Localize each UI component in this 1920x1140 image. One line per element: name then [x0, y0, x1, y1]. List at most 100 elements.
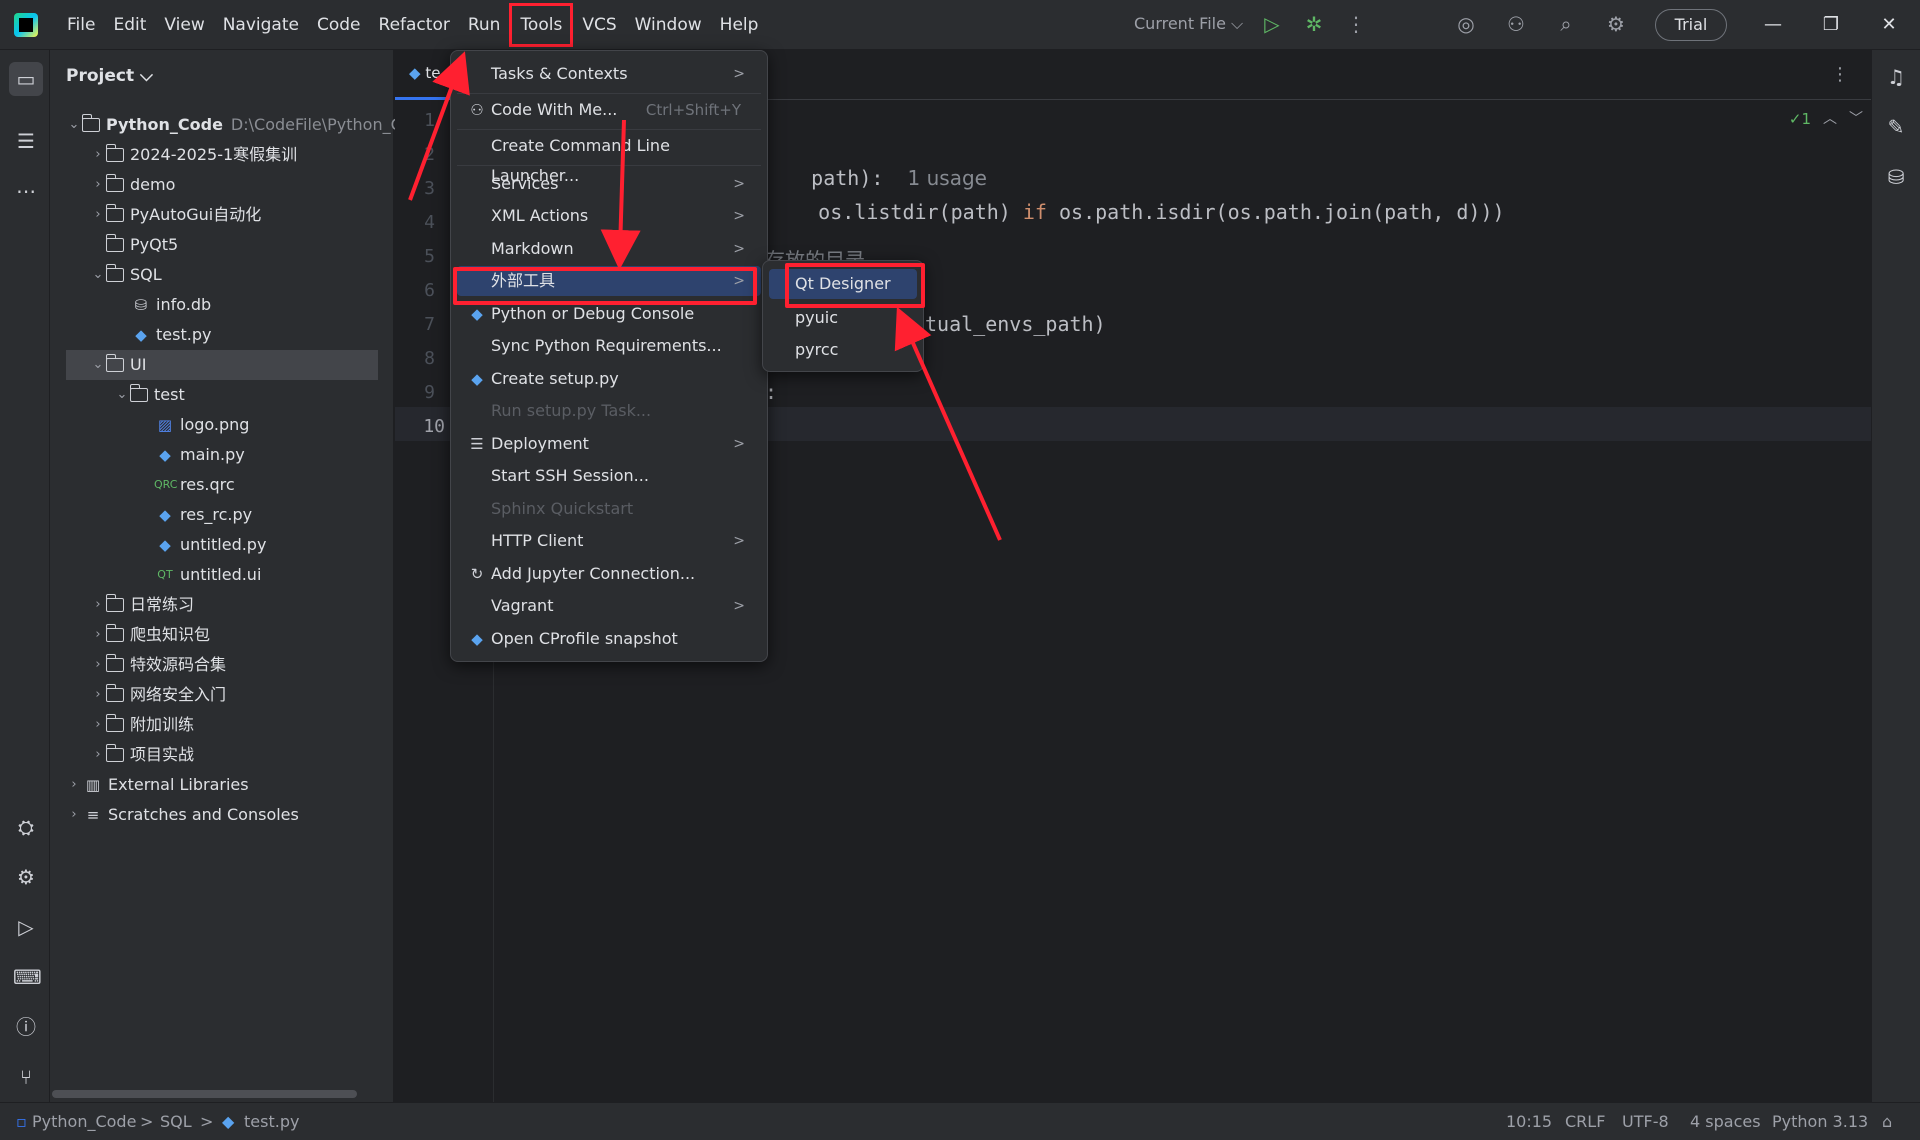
menu-code[interactable]: Code [308, 0, 370, 50]
database-icon[interactable]: ⛁ [1883, 164, 1909, 190]
tree-folder[interactable]: PyQt5 [90, 230, 178, 260]
python-packages-icon[interactable]: ⛭ [13, 814, 39, 840]
terminal-icon[interactable]: ⌨ [13, 964, 42, 990]
version-control-icon[interactable]: ⑂ [13, 1064, 39, 1090]
menu-navigate[interactable]: Navigate [214, 0, 308, 50]
editor-tab[interactable]: ◆ te [395, 50, 455, 100]
tree-folder[interactable]: › 项目实战 [90, 740, 194, 770]
tree-scratches[interactable]: › ≡ Scratches and Consoles [66, 800, 298, 830]
chevron-right-icon[interactable]: › [90, 650, 106, 680]
tree-external-libraries[interactable]: › ▥ External Libraries [66, 770, 248, 800]
tree-folder[interactable]: › 特效源码合集 [90, 650, 226, 680]
tree-folder[interactable]: › 附加训练 [90, 710, 194, 740]
run-icon[interactable]: ▷ [1260, 12, 1284, 36]
tree-folder[interactable]: › 2024-2025-1寒假集训 [90, 140, 297, 170]
structure-icon[interactable]: ☰ [13, 128, 39, 154]
tree-file[interactable]: QRC res.qrc [154, 470, 235, 500]
menu-item-sync-python-requirements[interactable]: Sync Python Requirements... [457, 331, 761, 361]
pycharm-logo-icon[interactable] [14, 12, 38, 37]
submenu-item-pyrcc[interactable]: pyrcc [769, 335, 917, 365]
tree-file[interactable]: ◆ main.py [154, 440, 244, 470]
tree-folder[interactable]: › 爬虫知识包 [90, 620, 210, 650]
indent-setting[interactable]: 4 spaces [1690, 1112, 1761, 1131]
tree-folder[interactable]: › PyAutoGui自动化 [90, 200, 261, 230]
breadcrumb-root[interactable]: Python_Code [32, 1112, 136, 1131]
debug-icon[interactable]: ✲ [1302, 12, 1326, 36]
breadcrumb-folder[interactable]: SQL [160, 1112, 192, 1131]
tree-file[interactable]: ◆ test.py [130, 320, 211, 350]
chevron-right-icon[interactable]: › [90, 680, 106, 710]
menu-item-vagrant[interactable]: Vagrant > [457, 591, 761, 621]
ai-chat-icon[interactable]: ✎ [1883, 114, 1909, 140]
chevron-up-icon[interactable]: ︿ [1823, 108, 1837, 128]
chevron-right-icon[interactable]: › [90, 710, 106, 740]
inspection-widget[interactable]: ✓1 [1789, 110, 1811, 128]
chevron-down-icon[interactable]: ⌄ [90, 350, 106, 380]
line-ending[interactable]: CRLF [1565, 1112, 1605, 1131]
breadcrumb-file[interactable]: test.py [244, 1112, 299, 1131]
menu-item-open-cprofile-snapshot[interactable]: ◆ Open CProfile snapshot [457, 624, 761, 654]
chevron-down-icon[interactable]: ⌄ [114, 380, 130, 410]
tree-folder[interactable]: › 网络安全入门 [90, 680, 226, 710]
file-encoding[interactable]: UTF-8 [1622, 1112, 1669, 1131]
python-console-icon[interactable]: ⚙ [13, 864, 39, 890]
tree-folder-selected[interactable]: ⌄ UI [66, 350, 378, 380]
project-panel-title[interactable]: Project ⌵ [66, 66, 153, 86]
settings-gear-icon[interactable]: ⚙ [1604, 12, 1628, 36]
menu-item-create-setup-py[interactable]: ◆ Create setup.py [457, 364, 761, 394]
project-folder-icon[interactable]: ▭ [9, 62, 43, 96]
code-with-me-icon[interactable]: ⚇ [1504, 12, 1528, 36]
chevron-right-icon[interactable]: › [90, 170, 106, 200]
menu-refactor[interactable]: Refactor [370, 0, 459, 50]
code-line-3[interactable]: os.listdir(path) if os.path.isdir(os.pat… [770, 176, 1504, 248]
menu-view[interactable]: View [155, 0, 213, 50]
chevron-right-icon[interactable]: › [90, 620, 106, 650]
chevron-down-icon[interactable]: ⌄ [90, 260, 106, 290]
ai-assistant-icon[interactable]: ◎ [1454, 12, 1478, 36]
tree-file[interactable]: ◆ res_rc.py [154, 500, 252, 530]
code-line-7[interactable]: tual_envs_path) [925, 312, 1106, 336]
menu-run[interactable]: Run [459, 0, 510, 50]
caret-position[interactable]: 10:15 [1506, 1112, 1552, 1131]
more-tools-icon[interactable]: ⋯ [13, 178, 39, 204]
tree-file[interactable]: ⛁ info.db [130, 290, 211, 320]
run-configuration-selector[interactable]: Current File ⌵ [1134, 14, 1243, 34]
menu-item-http-client[interactable]: HTTP Client > [457, 526, 761, 556]
close-icon[interactable]: ✕ [1874, 10, 1904, 40]
search-icon[interactable]: ⌕ [1554, 12, 1578, 36]
services-icon[interactable]: ▷ [13, 914, 39, 940]
menu-vcs[interactable]: VCS [573, 0, 625, 50]
tree-folder[interactable]: ⌄ test [114, 380, 185, 410]
chevron-right-icon[interactable]: › [90, 740, 106, 770]
menu-item-start-ssh-session[interactable]: Start SSH Session... [457, 461, 761, 491]
menu-item-tasks-contexts[interactable]: Tasks & Contexts > [457, 59, 761, 89]
tree-folder[interactable]: › 日常练习 [90, 590, 194, 620]
menu-item-deployment[interactable]: ☰ Deployment > [457, 429, 761, 459]
tree-root-python-code[interactable]: ⌄ Python_Code D:\CodeFile\Python_Co [66, 110, 412, 140]
restore-icon[interactable]: ❐ [1816, 10, 1846, 40]
menu-item-services[interactable]: Services > [457, 169, 761, 199]
menu-item-code-with-me[interactable]: ⚇ Code With Me... Ctrl+Shift+Y [457, 95, 761, 125]
tree-folder[interactable]: ⌄ SQL [90, 260, 162, 290]
horizontal-scrollbar[interactable] [52, 1090, 357, 1098]
trial-button[interactable]: Trial [1655, 9, 1727, 41]
menu-help[interactable]: Help [711, 0, 768, 50]
menu-tools[interactable]: Tools [509, 2, 574, 47]
menu-file[interactable]: File [58, 0, 104, 50]
problems-icon[interactable]: ⓘ [13, 1014, 39, 1040]
menu-edit[interactable]: Edit [104, 0, 155, 50]
more-vertical-icon[interactable]: ⋮ [1831, 64, 1849, 85]
chevron-right-icon[interactable]: › [90, 140, 106, 170]
more-vertical-icon[interactable]: ⋮ [1344, 12, 1368, 36]
chevron-right-icon[interactable]: › [90, 200, 106, 230]
chevron-right-icon[interactable]: › [90, 590, 106, 620]
tree-file[interactable]: QT untitled.ui [154, 560, 261, 590]
chevron-right-icon[interactable]: › [66, 770, 82, 800]
menu-item-add-jupyter-connection[interactable]: ↻ Add Jupyter Connection... [457, 559, 761, 589]
chevron-right-icon[interactable]: › [66, 800, 82, 830]
menu-item-create-command-line-launcher[interactable]: Create Command Line Launcher... [457, 131, 761, 185]
lock-icon[interactable]: ⌂ [1882, 1112, 1892, 1131]
notifications-bell-icon[interactable]: ♫ [1883, 64, 1909, 90]
chevron-down-icon[interactable]: ⌄ [66, 110, 82, 140]
menu-item-xml-actions[interactable]: XML Actions > [457, 201, 761, 231]
